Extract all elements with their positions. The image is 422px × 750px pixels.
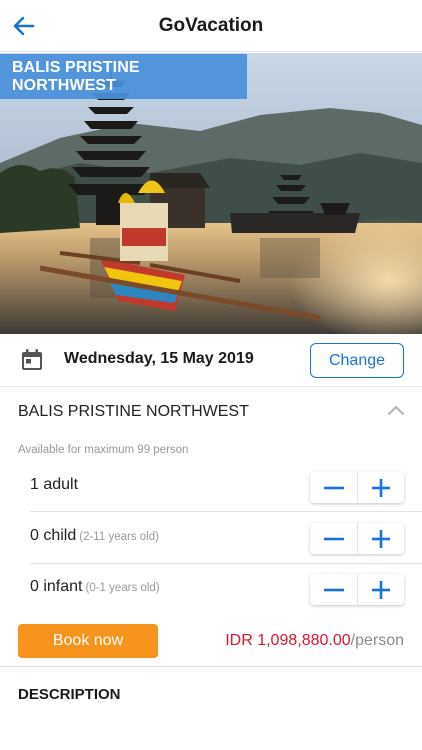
hero-image: BALIS PRISTINE NORTHWEST (0, 53, 422, 334)
back-button[interactable] (8, 10, 40, 42)
guest-note-child: (2-11 years old) (79, 531, 159, 543)
book-now-button[interactable]: Book now (18, 624, 158, 658)
row-divider (30, 563, 422, 564)
page-title: GoVacation (158, 14, 264, 36)
selected-date: Wednesday, 15 May 2019 (64, 350, 254, 367)
plus-icon (372, 580, 390, 599)
description-heading: DESCRIPTION (18, 686, 121, 703)
guest-row-child: 0 child (2-11 years old) (30, 515, 404, 561)
minus-icon (323, 588, 344, 591)
guest-label-adult: 1 adult (30, 476, 79, 493)
guest-row-adult: 1 adult (30, 464, 404, 510)
plus-icon (372, 478, 390, 497)
infant-decrease-button[interactable] (310, 574, 357, 605)
app-header: GoVacation (0, 0, 422, 52)
adult-increase-button[interactable] (357, 472, 404, 503)
child-decrease-button[interactable] (310, 523, 357, 554)
row-divider (30, 511, 422, 512)
minus-icon (323, 537, 344, 540)
minus-icon (323, 486, 344, 489)
adult-decrease-button[interactable] (310, 472, 357, 503)
calendar-icon (22, 349, 42, 370)
change-date-button[interactable]: Change (310, 343, 404, 378)
date-row: Wednesday, 15 May 2019 Change (0, 334, 422, 387)
infant-stepper (310, 574, 404, 605)
hero-title-badge: BALIS PRISTINE NORTHWEST (0, 54, 247, 99)
package-title: BALIS PRISTINE NORTHWEST (18, 403, 249, 420)
price-amount: IDR 1,098,880.00 (225, 632, 351, 649)
guest-note-infant: (0-1 years old) (85, 582, 160, 594)
price-unit: /person (350, 632, 404, 649)
guest-label-child: 0 child (2-11 years old) (30, 527, 159, 544)
infant-increase-button[interactable] (357, 574, 404, 605)
guest-row-infant: 0 infant (0-1 years old) (30, 566, 404, 612)
child-stepper (310, 523, 404, 554)
arrow-left-icon (13, 16, 35, 36)
availability-note: Available for maximum 99 person (18, 444, 189, 456)
price-label: IDR 1,098,880.00/person (225, 632, 404, 650)
section-divider (0, 666, 422, 667)
guest-label-infant: 0 infant (0-1 years old) (30, 578, 160, 595)
chevron-up-icon[interactable] (386, 402, 406, 418)
adult-stepper (310, 472, 404, 503)
plus-icon (372, 529, 390, 548)
child-increase-button[interactable] (357, 523, 404, 554)
